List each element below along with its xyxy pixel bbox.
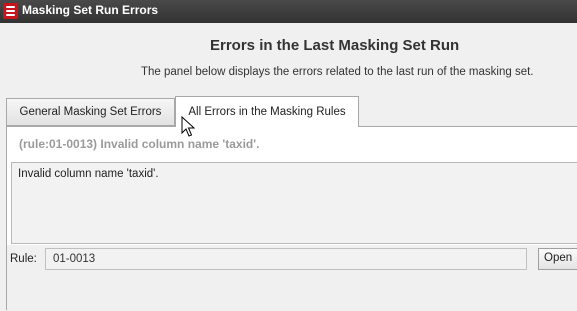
rule-label: Rule: [10, 253, 37, 265]
title-bar[interactable]: Masking Set Run Errors [0, 0, 577, 23]
error-details-text: Invalid column name 'taxid'. [18, 168, 159, 180]
page-title: Errors in the Last Masking Set Run [210, 37, 460, 54]
page-description: The panel below displays the errors rela… [141, 66, 534, 78]
rule-footer: Rule: 01-0013 Open [7, 245, 577, 311]
tab-panel: (rule:01-0013) Invalid column name 'taxi… [6, 126, 577, 311]
window-title: Masking Set Run Errors [22, 3, 159, 17]
rule-field[interactable]: 01-0013 [45, 248, 527, 270]
tab-general-masking-set-errors[interactable]: General Masking Set Errors [6, 98, 175, 126]
database-icon [3, 3, 18, 19]
tab-all-errors-in-masking-rules[interactable]: All Errors in the Masking Rules [175, 96, 359, 127]
mouse-pointer-icon [181, 116, 195, 137]
error-details-textarea[interactable]: Invalid column name 'taxid'. [11, 162, 577, 244]
rule-error-title: (rule:01-0013) Invalid column name 'taxi… [19, 137, 260, 151]
open-button[interactable]: Open [538, 248, 577, 270]
